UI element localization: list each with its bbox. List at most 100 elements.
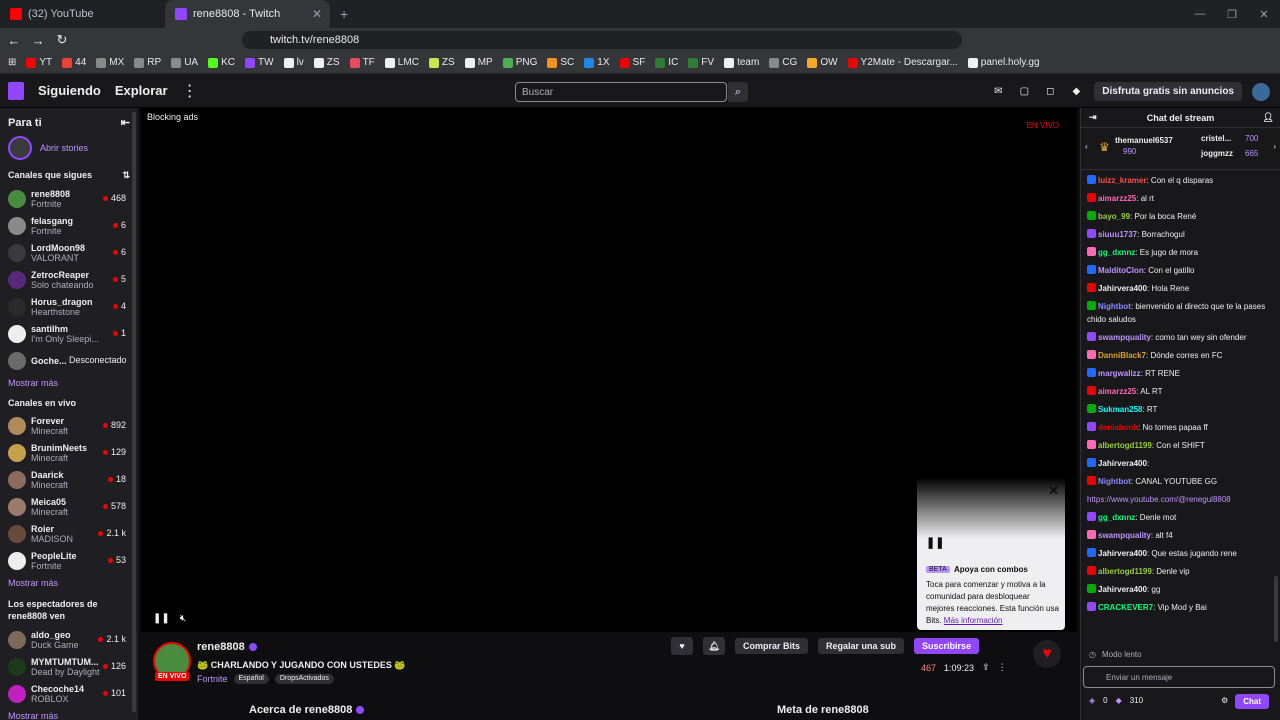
show-more-link[interactable]: Mostrar más (0, 707, 138, 720)
chat-username[interactable]: margwalizz (1098, 369, 1141, 378)
chat-badge-icon[interactable] (1087, 301, 1096, 310)
chat-username[interactable]: Sukman258 (1098, 405, 1142, 414)
bookmark-item[interactable]: IC (655, 57, 678, 68)
chat-username[interactable]: Nightbot (1098, 477, 1131, 486)
tab-twitch[interactable]: rene8808 - Twitch ✕ (165, 0, 330, 28)
open-stories-link[interactable]: Abrir stories (40, 143, 88, 153)
chat-badge-icon[interactable] (1087, 229, 1096, 238)
chat-username[interactable]: Jahirvera400 (1098, 284, 1147, 293)
more-icon[interactable]: ⋮ (998, 662, 1007, 673)
sidebar-channel[interactable]: Roier MADISON 2.1 k (0, 520, 138, 547)
bookmark-item[interactable]: SC (547, 57, 574, 68)
bookmark-item[interactable]: CG (769, 57, 797, 68)
sidebar-channel[interactable]: MYMTUMTUM... Dead by Daylight 126 (0, 653, 138, 680)
chat-badge-icon[interactable] (1087, 458, 1096, 467)
chat-username[interactable]: Nightbot (1098, 302, 1131, 311)
points-icon[interactable]: ◈ (1089, 696, 1095, 705)
bookmark-item[interactable]: KC (208, 57, 235, 68)
chat-badge-icon[interactable] (1087, 247, 1096, 256)
chat-username[interactable]: Jahirvera400 (1098, 585, 1147, 594)
bookmark-item[interactable]: lv (283, 57, 304, 68)
chat-badge-icon[interactable] (1087, 476, 1096, 485)
chat-username[interactable]: gg_dxnnz (1098, 513, 1135, 522)
bookmark-item[interactable]: FV (688, 57, 714, 68)
chat-scrollbar[interactable] (1274, 576, 1278, 642)
bookmark-item[interactable]: LMC (384, 57, 419, 68)
reload-icon[interactable]: ↻ (52, 32, 72, 48)
channel-name[interactable]: rene8808 (197, 641, 257, 653)
prev-icon[interactable]: ‹ (1085, 142, 1088, 151)
chat-username[interactable]: aimarzz25 (1098, 387, 1136, 396)
bookmark-item[interactable]: YT (26, 57, 52, 68)
combo-heart-icon[interactable]: ♥ (1033, 640, 1061, 668)
subscribe-button[interactable]: Suscribirse (914, 638, 980, 654)
offline-channel[interactable]: Goche... Desconectado (0, 347, 138, 374)
stories-row[interactable]: Abrir stories (0, 133, 138, 166)
more-info-link[interactable]: Más información (944, 616, 1003, 625)
chat-username[interactable]: Jahirvera400 (1098, 459, 1147, 468)
bookmark-item[interactable]: MX (96, 57, 124, 68)
tag-language[interactable]: Español (233, 674, 269, 684)
chat-username[interactable]: luizz_kramer (1098, 176, 1146, 185)
buy-bits-button[interactable]: Comprar Bits (735, 638, 809, 654)
ad-free-button[interactable]: Disfruta gratis sin anuncios (1094, 82, 1242, 101)
sort-icon[interactable]: ⇅ (122, 170, 130, 181)
sidebar-channel[interactable]: santilhm I'm Only Sleepi... 1 (0, 320, 138, 347)
game-link[interactable]: Fortnite (197, 674, 228, 684)
chat-username[interactable]: aimarzz25 (1098, 194, 1136, 203)
pause-icon[interactable]: ❚❚ (926, 536, 944, 549)
notification-bell-icon[interactable]: 🔔︎ (703, 637, 725, 655)
share-icon[interactable]: ⇪ (982, 662, 990, 673)
bookmark-item[interactable]: Y2Mate - Descargar... (847, 57, 958, 68)
chat-badge-icon[interactable] (1087, 404, 1096, 413)
chat-badge-icon[interactable] (1087, 211, 1096, 220)
search-icon[interactable]: ⌕ (728, 82, 748, 102)
pause-icon[interactable]: ❚❚ (153, 613, 170, 624)
chat-badge-icon[interactable] (1087, 265, 1096, 274)
chat-badge-icon[interactable] (1087, 193, 1096, 202)
bookmark-item[interactable]: UA (171, 57, 198, 68)
chat-badge-icon[interactable] (1087, 530, 1096, 539)
tab-youtube[interactable]: (32) YouTube (0, 0, 165, 28)
chat-badge-icon[interactable] (1087, 175, 1096, 184)
address-bar[interactable]: twitch.tv/rene8808 (242, 31, 962, 49)
gift-sub-button[interactable]: Regalar una sub (818, 638, 905, 654)
chat-badge-icon[interactable] (1087, 548, 1096, 557)
bookmark-item[interactable]: TF (349, 57, 375, 68)
bookmark-item[interactable]: team (724, 57, 759, 68)
sidebar-channel[interactable]: PeopleLite Fortnite 53 (0, 547, 138, 574)
sidebar-channel[interactable]: rene8808 Fortnite 468 (0, 185, 138, 212)
sidebar-channel[interactable]: Forever Minecraft 892 (0, 412, 138, 439)
bookmark-item[interactable]: MP (464, 57, 493, 68)
maximize-button[interactable]: ❐ (1216, 8, 1248, 21)
sidebar-channel[interactable]: Daarick Minecraft 18 (0, 466, 138, 493)
video-player[interactable]: Blocking ads EN VIVO ❚❚ 🔇︎ ✕ ❚❚ BETA Apo… (141, 108, 1077, 632)
chat-username[interactable]: albertogd1199 (1098, 441, 1152, 450)
back-icon[interactable]: ← (4, 33, 24, 48)
search-input[interactable]: Buscar (515, 82, 727, 102)
follow-heart-icon[interactable]: ♥ (671, 637, 693, 655)
settings-icon[interactable]: ⚙ (1221, 696, 1228, 705)
chat-badge-icon[interactable] (1087, 512, 1096, 521)
bookmark-item[interactable]: TW (245, 57, 274, 68)
bookmark-item[interactable]: panel.holy.gg (967, 57, 1040, 68)
bookmark-item[interactable]: OW (807, 57, 838, 68)
bookmark-item[interactable]: PNG (502, 57, 537, 68)
nav-following[interactable]: Siguiendo (38, 83, 101, 98)
chat-badge-icon[interactable] (1087, 602, 1096, 611)
close-tab-icon[interactable]: ✕ (312, 7, 322, 21)
bookmark-item[interactable]: SF (619, 57, 645, 68)
chat-badge-icon[interactable] (1087, 350, 1096, 359)
more-options-icon[interactable]: ⋮ (182, 81, 198, 101)
chat-username[interactable]: swampquality (1098, 531, 1151, 540)
apps-icon[interactable]: ⊞ (8, 57, 16, 68)
whispers-icon[interactable]: ◻ (1042, 86, 1058, 97)
forward-icon[interactable]: → (28, 33, 48, 48)
chat-input[interactable]: Enviar un mensaje (1083, 666, 1275, 688)
chat-badge-icon[interactable] (1087, 283, 1096, 292)
close-window-button[interactable]: ✕ (1248, 8, 1280, 21)
chat-username[interactable]: MalditoClon (1098, 266, 1144, 275)
chat-username[interactable]: Jahirvera400 (1098, 549, 1147, 558)
show-more-link[interactable]: Mostrar más (0, 374, 138, 394)
user-avatar[interactable] (1252, 82, 1270, 101)
